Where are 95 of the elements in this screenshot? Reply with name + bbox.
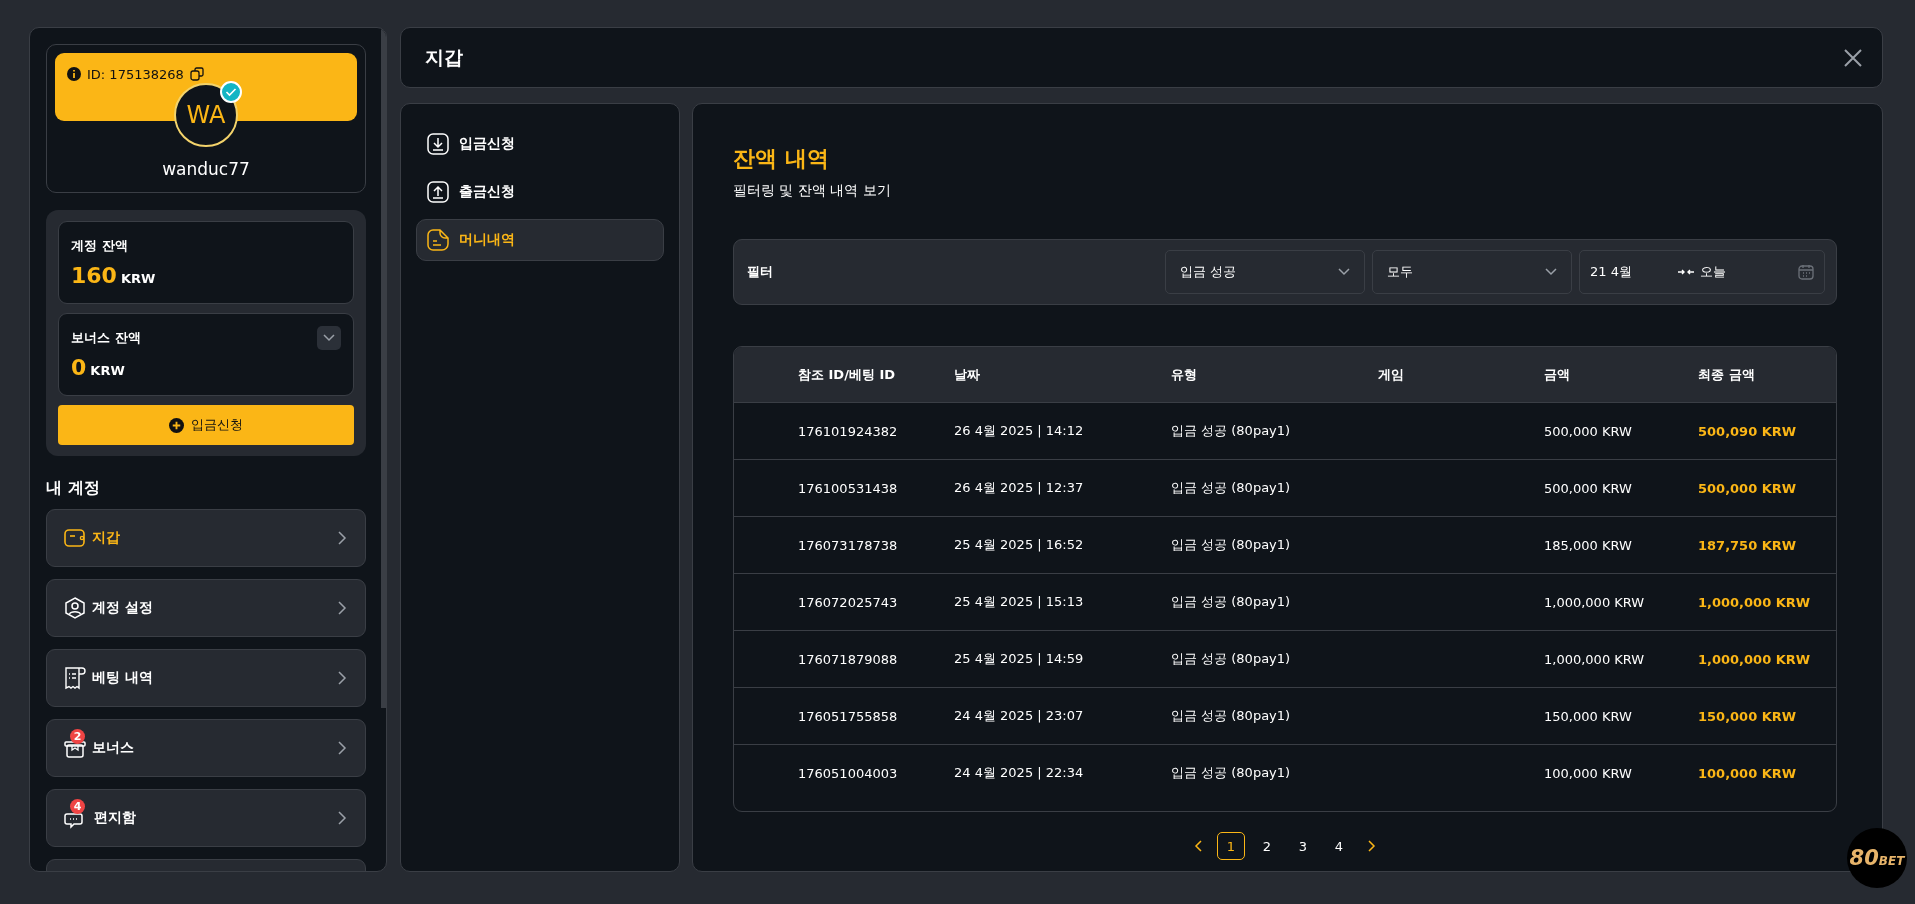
page-button[interactable]: 3 [1289, 832, 1317, 860]
table-cell-text: 176051004003 [798, 765, 899, 781]
table-cell-text: 입금 성공 (80pay1) [1171, 593, 1292, 611]
chevron-down-icon [323, 334, 335, 342]
account-menu-item[interactable]: 지갑 [46, 509, 366, 567]
column-header: 날짜 [954, 365, 981, 384]
document-icon [427, 229, 449, 251]
table-cell-text: 입금 성공 (80pay1) [1171, 479, 1292, 497]
account-menu-item[interactable]: 계정 설정 [46, 579, 366, 637]
wallet-nav-item[interactable]: 출금신청 [416, 171, 664, 213]
column-header: 참조 ID/베팅 ID [798, 365, 897, 384]
chevron-right-icon [337, 671, 347, 685]
plus-icon [169, 417, 184, 433]
table-cell-text: 150,000 KRW [1698, 708, 1798, 724]
table-cell-text: 100,000 KRW [1698, 765, 1798, 781]
balance-label: 계정 잔액 [71, 237, 128, 255]
table-cell-text: 입금 성공 (80pay1) [1171, 536, 1292, 554]
table-cell-text: 1,000,000 KRW [1544, 651, 1646, 667]
table-cell-text: 26 4월 2025 | 14:12 [954, 422, 1085, 440]
download-icon [427, 133, 449, 155]
copy-icon[interactable] [189, 67, 204, 81]
status-dropdown[interactable]: 입금 성공 [1165, 250, 1365, 294]
table-cell-text: 26 4월 2025 | 12:37 [954, 479, 1085, 497]
filter-label: 필터 [747, 263, 774, 281]
table-cell-text: 입금 성공 (80pay1) [1171, 707, 1292, 725]
wallet-nav-item[interactable]: 머니내역 [416, 219, 664, 261]
balance-amount: 0 [71, 355, 87, 380]
arrows-icon [1678, 268, 1694, 276]
page-button[interactable]: 2 [1253, 832, 1281, 860]
chevron-right-icon [337, 741, 347, 755]
column-header: 금액 [1544, 365, 1571, 384]
page-button[interactable]: 1 [1217, 832, 1245, 860]
table-cell-text: 25 4월 2025 | 16:52 [954, 536, 1085, 554]
column-header: 최종 금액 [1698, 365, 1756, 384]
table-cell-text: 150,000 KRW [1544, 708, 1633, 724]
table-cell-text: 187,750 KRW [1698, 537, 1798, 553]
scrollbar[interactable] [381, 28, 386, 708]
account-menu-item[interactable]: 4 편지함 [46, 789, 366, 847]
date-range-field[interactable]: 21 4월 오늘 [1579, 250, 1825, 294]
upload-icon [427, 181, 449, 203]
table-cell-text: 1,000,000 KRW [1698, 651, 1812, 667]
close-icon[interactable] [1844, 48, 1862, 67]
table-cell-text: 24 4월 2025 | 22:34 [954, 764, 1085, 782]
expand-button[interactable] [317, 326, 341, 350]
table-cell-text: 25 4월 2025 | 15:13 [954, 593, 1085, 611]
window-title: 지갑 [425, 44, 463, 70]
chevron-down-icon [1545, 268, 1557, 276]
account-menu-item[interactable]: 2 보너스 [46, 719, 366, 777]
table-cell-text: 176051755858 [798, 708, 899, 724]
calendar-icon [1798, 264, 1814, 280]
info-icon [67, 67, 81, 81]
page-subtitle: 필터링 및 잔액 내역 보기 [733, 182, 892, 200]
table-cell-text: 176072025743 [798, 594, 899, 610]
table-cell-text: 25 4월 2025 | 14:59 [954, 650, 1085, 668]
table-cell-text: 500,000 KRW [1544, 480, 1633, 496]
chevron-right-icon [337, 811, 347, 825]
table-cell-text: 입금 성공 (80pay1) [1171, 764, 1292, 782]
page-button[interactable]: 4 [1325, 832, 1353, 860]
brand-logo: 80BET [1849, 846, 1905, 870]
wallet-nav-item[interactable]: 입금신청 [416, 123, 664, 165]
currency-label: KRW [90, 363, 125, 378]
table-cell-text: 176101924382 [798, 423, 899, 439]
table-cell-text: 24 4월 2025 | 23:07 [954, 707, 1085, 725]
chevron-right-icon [337, 531, 347, 545]
table-cell-text: 176100531438 [798, 480, 899, 496]
table-cell-text: 185,000 KRW [1544, 537, 1633, 553]
table-cell-text: 176071879088 [798, 651, 899, 667]
table-cell-text: 500,000 KRW [1544, 423, 1633, 439]
account-menu-item[interactable]: 베팅 내역 [46, 649, 366, 707]
table-cell-text: 1,000,000 KRW [1544, 594, 1646, 610]
balance-amount: 160 [71, 263, 117, 288]
chevron-right-icon [337, 601, 347, 615]
table-cell-text: 100,000 KRW [1544, 765, 1633, 781]
receipt-icon [64, 666, 86, 690]
balance-label: 보너스 잔액 [71, 329, 141, 347]
username: wanduc77 [162, 159, 250, 179]
table-cell-text: 1,000,000 KRW [1698, 594, 1812, 610]
user-icon [64, 597, 86, 619]
deposit-button[interactable]: 입금신청 [58, 405, 354, 445]
table-cell-text: 500,090 KRW [1698, 423, 1798, 439]
column-header: 유형 [1171, 365, 1198, 384]
category-dropdown[interactable]: 모두 [1372, 250, 1572, 294]
count-badge: 4 [70, 799, 85, 814]
table-cell-text: 입금 성공 (80pay1) [1171, 650, 1292, 668]
currency-label: KRW [120, 271, 156, 286]
count-badge: 2 [70, 729, 85, 744]
table-cell-text: 입금 성공 (80pay1) [1171, 422, 1292, 440]
section-title: 내 계정 [46, 478, 101, 499]
wallet-icon [64, 528, 86, 548]
column-header: 게임 [1378, 365, 1405, 384]
chevron-down-icon [1338, 268, 1350, 276]
table-cell-text: 176073178738 [798, 537, 899, 553]
table-cell-text: 500,000 KRW [1698, 480, 1798, 496]
user-id: ID: 175138268 [87, 67, 184, 82]
page-title: 잔액 내역 [733, 145, 830, 173]
